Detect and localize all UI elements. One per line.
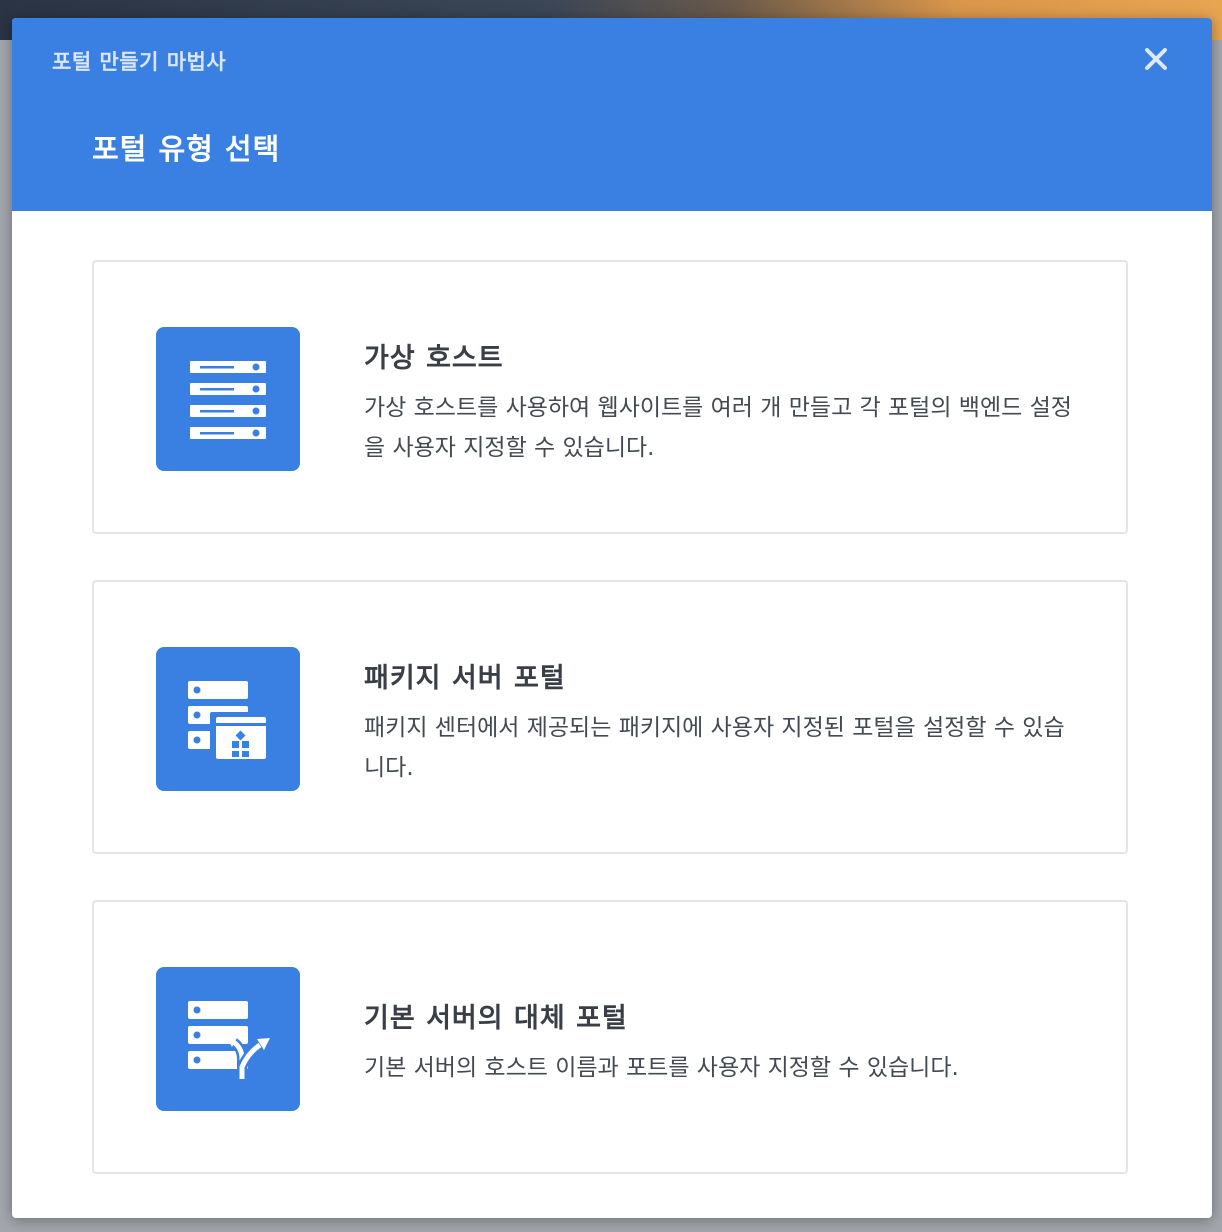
- dialog-header: 포털 만들기 마법사 포털 유형 선택: [12, 18, 1212, 211]
- close-icon: [1145, 48, 1167, 70]
- server-redirect-icon: [156, 967, 300, 1111]
- option-description: 패키지 센터에서 제공되는 패키지에 사용자 지정된 포털을 설정할 수 있습니…: [364, 715, 1065, 781]
- step-title: 포털 유형 선택: [92, 132, 281, 166]
- portal-wizard-dialog: 포털 만들기 마법사 포털 유형 선택 가상 호스트 가상 호스트를 사용하여 …: [12, 18, 1212, 1218]
- option-title: 패키지 서버 포털: [364, 663, 566, 694]
- option-alternative-portal[interactable]: 기본 서버의 대체 포털 기본 서버의 호스트 이름과 포트를 사용자 지정할 …: [92, 900, 1128, 1174]
- option-package-server-portal[interactable]: 패키지 서버 포털 패키지 센터에서 제공되는 패키지에 사용자 지정된 포털을…: [92, 580, 1128, 854]
- option-description: 가상 호스트를 사용하여 웹사이트를 여러 개 만들고 각 포털의 백엔드 설정…: [364, 395, 1072, 461]
- option-title: 가상 호스트: [364, 343, 504, 374]
- close-button[interactable]: [1139, 42, 1173, 76]
- option-title: 기본 서버의 대체 포털: [364, 1003, 628, 1034]
- server-stack-icon: [156, 327, 300, 471]
- option-description: 기본 서버의 호스트 이름과 포트를 사용자 지정할 수 있습니다.: [364, 1055, 959, 1081]
- wizard-title: 포털 만들기 마법사: [52, 50, 227, 74]
- package-server-icon: [156, 647, 300, 791]
- option-virtual-host[interactable]: 가상 호스트 가상 호스트를 사용하여 웹사이트를 여러 개 만들고 각 포털의…: [92, 260, 1128, 534]
